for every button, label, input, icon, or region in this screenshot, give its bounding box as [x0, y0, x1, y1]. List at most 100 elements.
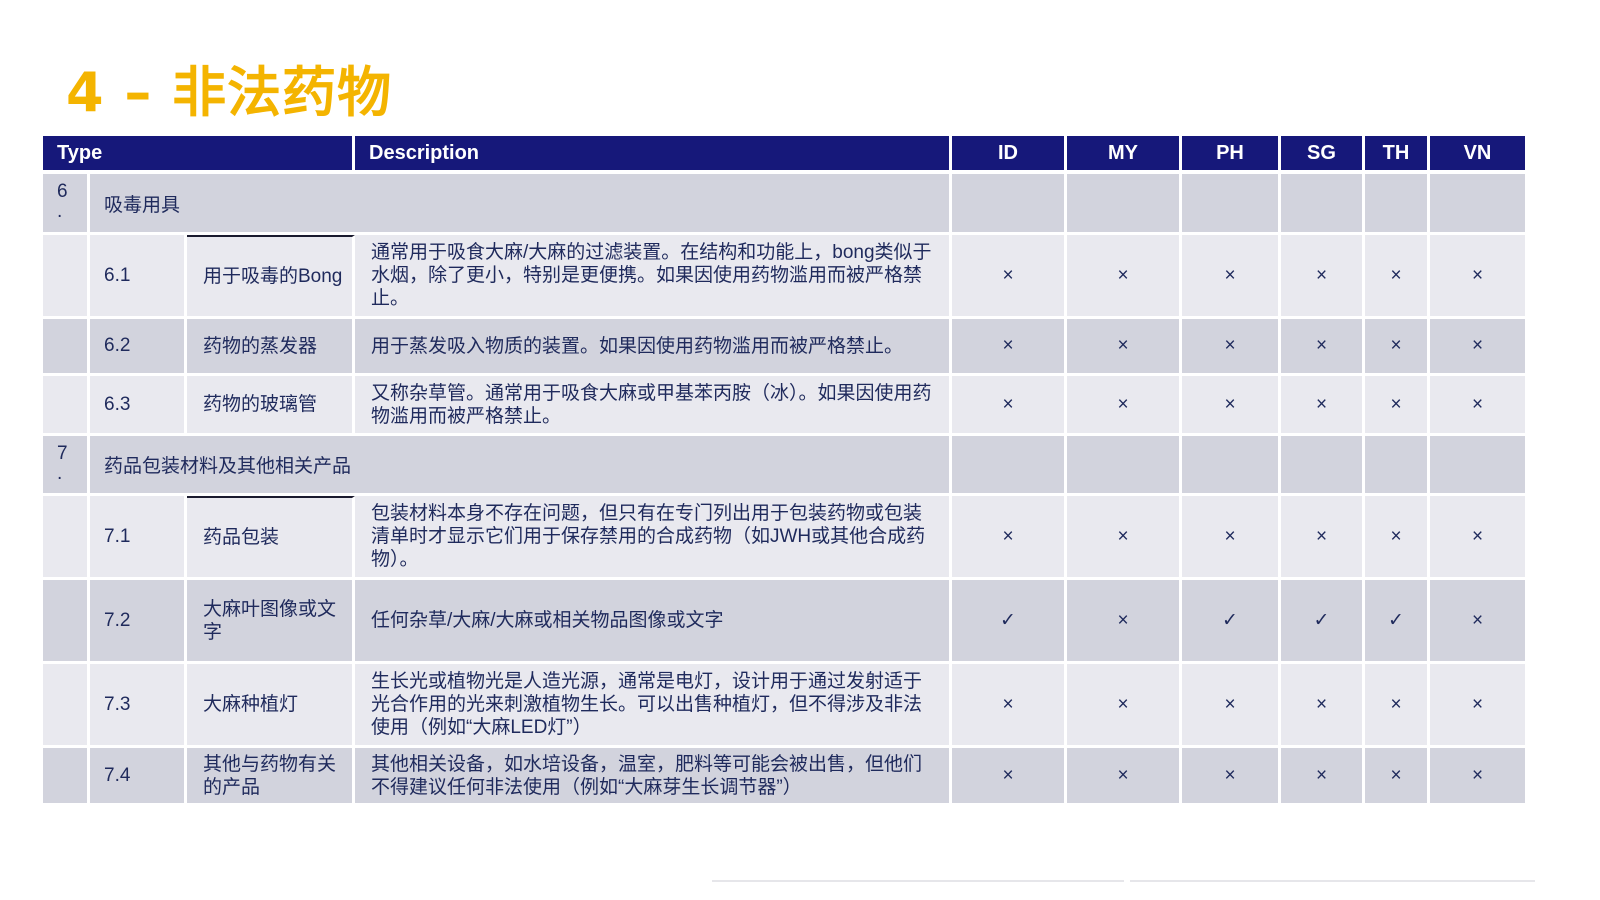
cross-icon: ×: [1365, 376, 1430, 436]
cross-icon: ×: [1430, 235, 1525, 319]
section-cell-my: [1067, 436, 1182, 496]
item-name: 大麻种植灯: [187, 664, 355, 748]
row-spacer: [43, 580, 90, 664]
col-header-id: ID: [952, 136, 1067, 174]
section-row: 7. 药品包装材料及其他相关产品: [43, 436, 1525, 496]
item-description: 通常用于吸食大麻/大麻的过滤装置。在结构和功能上，bong类似于水烟，除了更小，…: [355, 235, 952, 319]
row-spacer: [43, 748, 90, 806]
cross-icon: ×: [1430, 748, 1525, 806]
col-header-sg: SG: [1281, 136, 1365, 174]
cross-icon: ×: [1281, 319, 1365, 376]
col-header-vn: VN: [1430, 136, 1525, 174]
cross-icon: ×: [1067, 580, 1182, 664]
cross-icon: ×: [1182, 235, 1281, 319]
item-number: 6.3: [90, 376, 187, 436]
cross-icon: ×: [1281, 235, 1365, 319]
section-label: 吸毒用具: [90, 174, 952, 235]
item-description: 其他相关设备，如水培设备，温室，肥料等可能会被出售，但他们不得建议任何非法使用（…: [355, 748, 952, 806]
cross-icon: ×: [1182, 748, 1281, 806]
section-cell-th: [1365, 436, 1430, 496]
check-icon: ✓: [952, 580, 1067, 664]
cross-icon: ×: [1067, 376, 1182, 436]
table-row: 7.4 其他与药物有关的产品 其他相关设备，如水培设备，温室，肥料等可能会被出售，但…: [43, 748, 1525, 806]
cross-icon: ×: [1281, 664, 1365, 748]
cross-icon: ×: [952, 376, 1067, 436]
table-row: 7.1 药品包装 包装材料本身不存在问题，但只有在专门列出用于包装药物或包装清单时才…: [43, 496, 1525, 580]
item-description: 又称杂草管。通常用于吸食大麻或甲基苯丙胺（冰）。如果因使用药物滥用而被严格禁止。: [355, 376, 952, 436]
item-number: 7.4: [90, 748, 187, 806]
footer-divider: [712, 880, 1124, 882]
cross-icon: ×: [1430, 319, 1525, 376]
check-icon: ✓: [1365, 580, 1430, 664]
item-description: 任何杂草/大麻/大麻或相关物品图像或文字: [355, 580, 952, 664]
section-cell-sg: [1281, 174, 1365, 235]
cross-icon: ×: [1365, 319, 1430, 376]
table-row: 6.2 药物的蒸发器 用于蒸发吸入物质的装置。如果因使用药物滥用而被严格禁止。 × × ×…: [43, 319, 1525, 376]
row-spacer: [43, 319, 90, 376]
item-name: 用于吸毒的Bong: [187, 235, 355, 319]
item-number: 7.2: [90, 580, 187, 664]
cross-icon: ×: [1281, 376, 1365, 436]
item-name: 其他与药物有关的产品: [187, 748, 355, 806]
table-row: 7.2 大麻叶图像或文字 任何杂草/大麻/大麻或相关物品图像或文字 ✓ × ✓ ✓ ✓ ×: [43, 580, 1525, 664]
cross-icon: ×: [1430, 664, 1525, 748]
cross-icon: ×: [1182, 376, 1281, 436]
cross-icon: ×: [952, 664, 1067, 748]
cross-icon: ×: [1365, 664, 1430, 748]
col-header-my: MY: [1067, 136, 1182, 174]
section-cell-id: [952, 436, 1067, 496]
cross-icon: ×: [1365, 496, 1430, 580]
row-spacer: [43, 664, 90, 748]
check-icon: ✓: [1281, 580, 1365, 664]
restrictions-table: Type Description ID MY PH SG TH VN 6. 吸毒用…: [43, 136, 1525, 806]
section-cell-th: [1365, 174, 1430, 235]
section-cell-ph: [1182, 436, 1281, 496]
col-header-ph: PH: [1182, 136, 1281, 174]
item-number: 7.3: [90, 664, 187, 748]
cross-icon: ×: [1430, 580, 1525, 664]
check-icon: ✓: [1182, 580, 1281, 664]
cross-icon: ×: [952, 496, 1067, 580]
section-cell-sg: [1281, 436, 1365, 496]
section-number: 6.: [43, 174, 90, 235]
cross-icon: ×: [952, 235, 1067, 319]
item-description: 用于蒸发吸入物质的装置。如果因使用药物滥用而被严格禁止。: [355, 319, 952, 376]
page-title: 4 – 非法药物: [66, 61, 393, 124]
cross-icon: ×: [1430, 496, 1525, 580]
section-cell-vn: [1430, 436, 1525, 496]
row-spacer: [43, 376, 90, 436]
cross-icon: ×: [1067, 319, 1182, 376]
row-spacer: [43, 496, 90, 580]
cross-icon: ×: [1182, 496, 1281, 580]
col-header-description: Description: [355, 136, 952, 174]
col-header-th: TH: [1365, 136, 1430, 174]
item-description: 包装材料本身不存在问题，但只有在专门列出用于包装药物或包装清单时才显示它们用于保…: [355, 496, 952, 580]
row-spacer: [43, 235, 90, 319]
section-cell-my: [1067, 174, 1182, 235]
cross-icon: ×: [952, 748, 1067, 806]
cross-icon: ×: [1067, 748, 1182, 806]
cross-icon: ×: [1067, 496, 1182, 580]
item-name: 药品包装: [187, 496, 355, 580]
cross-icon: ×: [952, 319, 1067, 376]
section-label: 药品包装材料及其他相关产品: [90, 436, 952, 496]
section-cell-vn: [1430, 174, 1525, 235]
cross-icon: ×: [1365, 748, 1430, 806]
cross-icon: ×: [1182, 664, 1281, 748]
cross-icon: ×: [1365, 235, 1430, 319]
item-name: 药物的蒸发器: [187, 319, 355, 376]
section-cell-id: [952, 174, 1067, 235]
table-row: 6.1 用于吸毒的Bong 通常用于吸食大麻/大麻的过滤装置。在结构和功能上，bon…: [43, 235, 1525, 319]
item-name: 药物的玻璃管: [187, 376, 355, 436]
item-description: 生长光或植物光是人造光源，通常是电灯，设计用于通过发射适于光合作用的光来刺激植物…: [355, 664, 952, 748]
section-row: 6. 吸毒用具: [43, 174, 1525, 235]
section-cell-ph: [1182, 174, 1281, 235]
item-name: 大麻叶图像或文字: [187, 580, 355, 664]
item-number: 6.1: [90, 235, 187, 319]
table-header-row: Type Description ID MY PH SG TH VN: [43, 136, 1525, 174]
table-row: 7.3 大麻种植灯 生长光或植物光是人造光源，通常是电灯，设计用于通过发射适于光合作…: [43, 664, 1525, 748]
cross-icon: ×: [1182, 319, 1281, 376]
item-number: 6.2: [90, 319, 187, 376]
section-number: 7.: [43, 436, 90, 496]
cross-icon: ×: [1067, 664, 1182, 748]
